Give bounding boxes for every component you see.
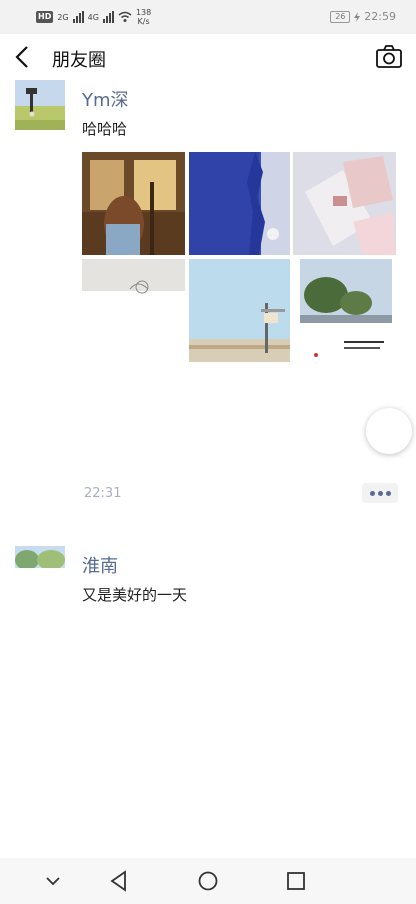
clock: 22:59 xyxy=(364,10,396,23)
photo-cards xyxy=(293,152,396,255)
avatar-image xyxy=(15,80,65,130)
photo-sky-sign xyxy=(189,259,290,362)
post-photo[interactable] xyxy=(293,152,396,255)
nav-back-button[interactable] xyxy=(106,868,132,894)
camera-button[interactable] xyxy=(374,42,404,72)
charging-icon xyxy=(354,11,361,22)
page-title: 朋友圈 xyxy=(52,50,106,71)
post-photo[interactable] xyxy=(82,152,185,255)
nav-recents-button[interactable] xyxy=(283,868,309,894)
top-app-bar: 朋友圈 xyxy=(0,34,416,80)
avatar-image xyxy=(15,546,65,568)
post-photo[interactable] xyxy=(296,259,396,362)
status-bar: HD 2G 4G 138 K/s 26 22:59 xyxy=(0,0,416,34)
wifi-icon xyxy=(118,11,132,22)
hide-nav-button[interactable] xyxy=(40,868,66,894)
signal-icon xyxy=(102,11,114,23)
post-photo[interactable] xyxy=(189,152,290,255)
status-left: HD 2G 4G 138 K/s xyxy=(36,8,151,26)
home-circle-icon xyxy=(198,871,218,891)
photo-trees xyxy=(296,259,396,362)
nav-home-button[interactable] xyxy=(195,868,221,894)
dot-icon xyxy=(377,490,383,496)
network-4g-label: 4G xyxy=(87,12,99,22)
floating-ball-button[interactable] xyxy=(366,408,412,454)
post-time: 22:31 xyxy=(84,486,122,501)
post-photo[interactable] xyxy=(82,259,185,362)
back-button[interactable] xyxy=(8,42,38,72)
post-photo[interactable] xyxy=(189,259,290,362)
signal-icon xyxy=(72,11,84,23)
photo-blue-wall xyxy=(189,152,290,255)
dot-icon xyxy=(385,490,391,496)
post-text: 又是美好的一天 xyxy=(82,586,188,604)
back-triangle-icon xyxy=(110,870,126,892)
network-speed: 138 K/s xyxy=(136,8,151,26)
more-actions-button[interactable] xyxy=(362,483,398,503)
photo-sketch xyxy=(82,259,185,362)
moments-screen: HD 2G 4G 138 K/s 26 22:59 朋友圈 Ym深 哈哈哈 22… xyxy=(0,0,416,904)
speed-value: 138 xyxy=(135,8,152,17)
post-text: 哈哈哈 xyxy=(82,120,128,138)
system-navigation-bar xyxy=(0,858,416,904)
battery-icon: 26 xyxy=(330,10,351,23)
chevron-down-icon xyxy=(46,877,60,886)
recents-square-icon xyxy=(287,872,305,890)
poster-name[interactable]: 淮南 xyxy=(82,552,118,578)
dot-icon xyxy=(369,490,375,496)
avatar[interactable] xyxy=(15,546,65,568)
photo-train-window xyxy=(82,152,185,255)
hd-badge: HD xyxy=(36,11,54,23)
avatar[interactable] xyxy=(15,80,65,130)
camera-icon xyxy=(376,45,402,68)
speed-unit: K/s xyxy=(137,17,150,26)
poster-name[interactable]: Ym深 xyxy=(82,86,129,112)
network-2g-label: 2G xyxy=(57,12,69,22)
chevron-left-icon xyxy=(15,46,28,68)
status-right: 26 22:59 xyxy=(330,10,396,23)
